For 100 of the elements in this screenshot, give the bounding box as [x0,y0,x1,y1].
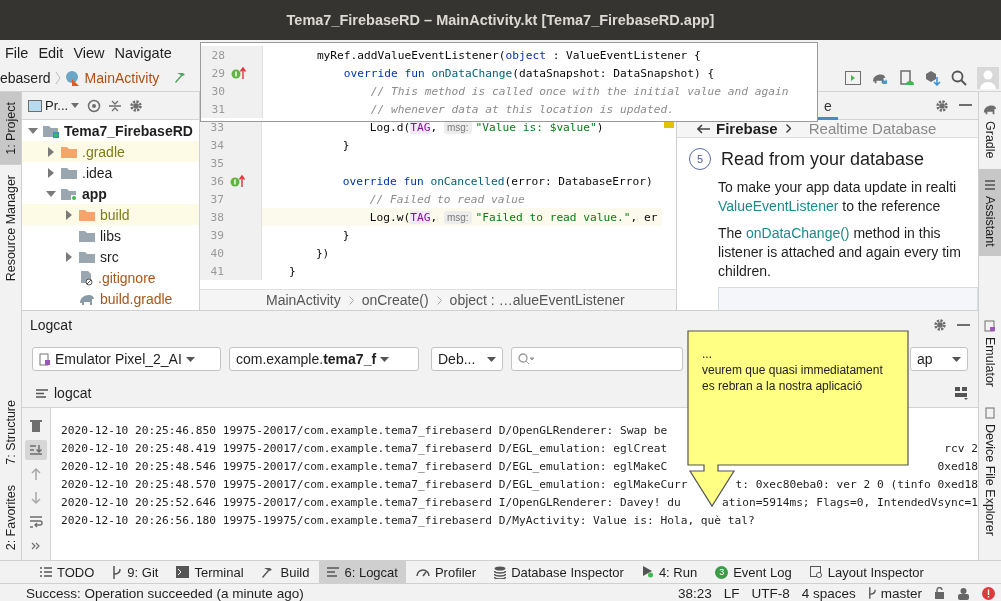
tree-item[interactable]: build [100,206,130,223]
tool-window-tab[interactable]: Resource Manager [0,164,21,292]
gauge-icon [415,567,430,577]
log-tool-button[interactable] [25,440,47,460]
count-badge: 3 [715,565,729,579]
git-branch[interactable]: master [867,585,922,601]
collapse-all-icon[interactable] [109,98,122,113]
collapse-arrow-icon[interactable] [46,167,56,178]
tool-tab[interactable]: Terminal [168,561,252,583]
tree-item[interactable]: Tema7_FirebaseRD [64,122,193,139]
paragraph: To make your app data update in realti ValueEventListener to the reference [718,178,958,216]
device-dropdown[interactable]: Emulator Pixel_2_AI [32,347,221,371]
tree-item[interactable]: .idea [82,164,113,181]
logcat-tab[interactable]: logcat [36,385,92,401]
tree-item[interactable]: app [82,185,107,202]
log-line: 2020-12-10 20:25:52.646 19975-20017/com.example.tema7_firebaserd I/OpenGLRenderer: Davey! du [61,495,681,509]
list-icon [40,567,52,577]
tool-tab[interactable]: 6: Logcat [319,561,406,583]
filter-dropdown[interactable]: ap [910,347,968,371]
search-icon[interactable] [951,70,967,86]
line-number: 29 [210,66,225,80]
code-link[interactable]: ValueEventListener [718,198,839,214]
settings-icon[interactable] [935,98,949,113]
menu-item[interactable]: File [0,44,34,61]
code-line: } [287,264,296,278]
line-number: 33 [209,120,224,134]
search-field[interactable] [511,347,683,371]
tool-window-tab[interactable]: Gradle [979,92,1001,169]
tree-item[interactable]: build.gradle [100,290,173,307]
collapse-arrow-icon[interactable] [64,251,74,262]
log-line: 2020-12-10 20:25:48.570 19975-20017/com.example.tema7_firebaserd D/EGL_emulation: eglMakeCurr [61,477,688,491]
tree-item[interactable]: .gitignore [98,269,156,286]
line-number: 35 [209,156,224,170]
tool-tab[interactable]: 4: Run [633,561,706,583]
line-number: 40 [209,246,224,260]
target-icon[interactable] [87,98,102,113]
menu-item[interactable]: Edit [33,44,69,61]
view-dropdown[interactable]: Pr... [28,98,80,113]
tool-window-tab[interactable]: 2: Favorites [0,474,21,560]
window-icon[interactable] [845,71,861,85]
level-dropdown[interactable]: Deb... [431,347,503,371]
lock-icon[interactable] [934,587,945,599]
device-icon[interactable] [899,70,915,86]
nav-crumb[interactable]: MainActivity [84,70,160,86]
log-line: t: 0xec80eba0: ver 2 0 (tinfo 0xed18 [735,477,978,491]
line-separator[interactable]: LF [723,585,740,601]
tool-window-tab[interactable]: 7: Structure [0,390,21,475]
package-icon[interactable] [925,70,941,86]
caret-icon [380,356,390,362]
code-line: Log.w(TAG, msg: "Failed to read value.", er [368,210,658,224]
tree-item[interactable]: libs [100,227,121,244]
tool-window-tab[interactable]: 1: Project [0,92,21,165]
indent-setting[interactable]: 4 spaces [801,585,856,601]
menu-item[interactable]: Navigate [109,44,177,61]
breadcrumb-item[interactable]: onCreate() [361,292,429,308]
breadcrumb-item[interactable]: object : …alueEventListener [449,292,625,308]
override-marker-icon[interactable] [230,174,246,188]
inspector-icon [809,565,823,579]
tool-tab[interactable]: Layout Inspector [801,561,932,583]
back-link[interactable]: Firebase [697,120,778,137]
minimize-icon[interactable] [957,323,970,327]
tool-tab[interactable]: Build [253,561,318,583]
expand-arrow-icon[interactable] [46,188,56,199]
code-link[interactable]: onDataChange() [746,225,850,241]
tool-window-tab[interactable]: Device File Explorer [979,397,1001,546]
tool-window-tab[interactable]: Emulator [979,310,1001,398]
minimize-icon[interactable] [959,104,972,107]
tree-item[interactable]: src [100,248,119,265]
nav-crumb[interactable]: ebaserd [0,70,51,86]
tool-tab[interactable]: 9: Git [104,561,167,583]
tree-item[interactable]: .gradle [82,143,125,160]
chevron-icon [785,124,791,133]
caret-position[interactable]: 38:23 [677,585,712,601]
lines-icon [36,388,48,398]
breadcrumb-item: Realtime Database [808,120,937,137]
tool-window-tab[interactable]: Assistant [979,168,1001,257]
error-icon[interactable] [982,586,995,600]
line-number: 38 [209,210,224,224]
package-dropdown[interactable]: com.example.tema7_f [229,347,419,371]
play-icon [641,566,654,578]
layout-icon[interactable] [954,386,968,400]
collapse-arrow-icon[interactable] [46,146,56,157]
override-marker-icon[interactable] [231,66,247,80]
menu-item[interactable]: View [68,44,110,61]
collapse-arrow-icon[interactable] [64,209,74,220]
caret-icon [952,356,961,362]
expand-arrow-icon[interactable] [28,125,38,136]
inspector-icon[interactable] [957,586,970,600]
settings-icon[interactable] [129,98,144,113]
file-encoding[interactable]: UTF-8 [751,585,790,601]
tool-tab[interactable]: Database Inspector [486,561,632,583]
tool-tab[interactable]: TODO [32,561,103,583]
device-icon [39,352,51,366]
tool-tab[interactable]: 3 Event Log [707,561,800,583]
breadcrumb-item[interactable]: MainActivity [266,292,341,308]
search-icon [518,353,534,365]
code-line: } [341,228,350,242]
log-line: 2020-12-10 20:26:56.180 19975-19975/com.example.tema7_firebaserd D/MyActivity: Value is: Hola, què tal? [61,513,755,527]
tool-tab[interactable]: Profiler [407,561,485,583]
settings-icon[interactable] [933,318,947,332]
